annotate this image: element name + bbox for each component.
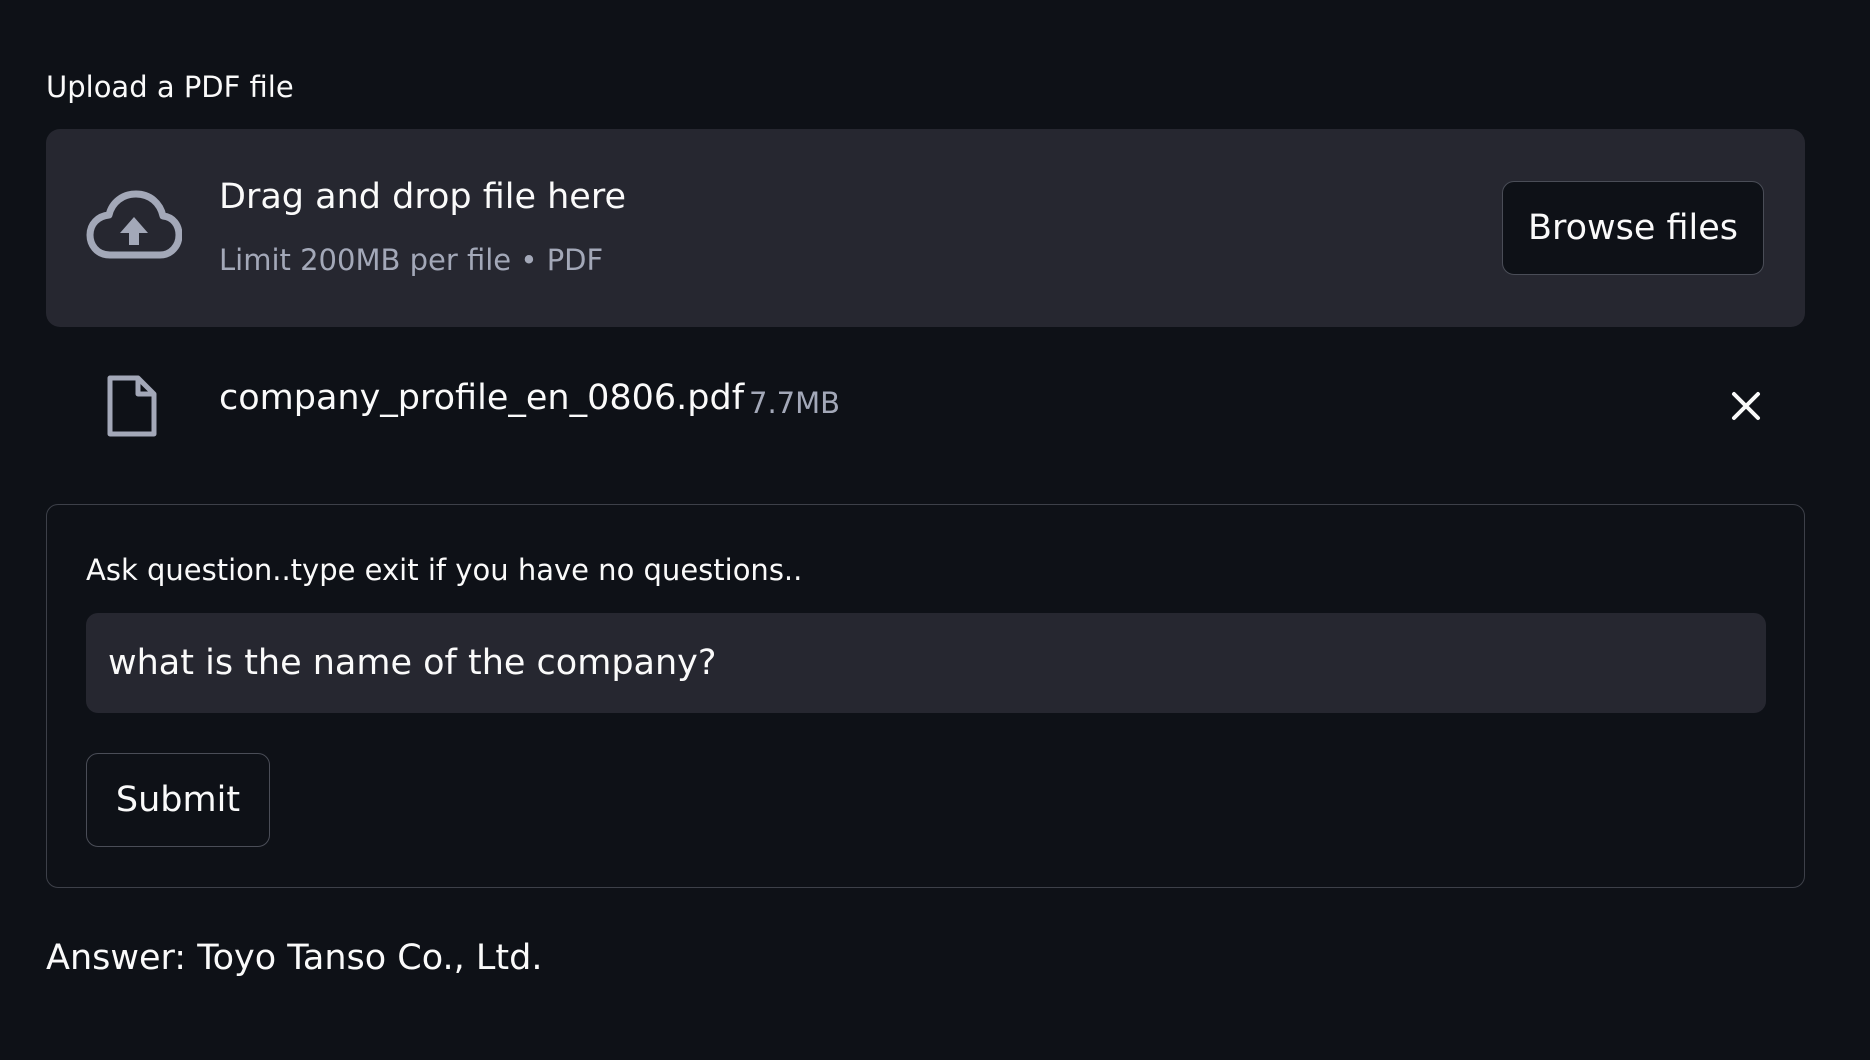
app-page: Upload a PDF file Drag and drop file her… [0, 0, 1870, 1060]
question-form: Ask question..type exit if you have no q… [46, 504, 1805, 888]
file-dropzone[interactable]: Drag and drop file here Limit 200MB per … [46, 129, 1805, 327]
close-icon[interactable] [1726, 386, 1766, 426]
answer-text: Answer: Toyo Tanso Co., Ltd. [46, 938, 543, 978]
uploaded-file-row: company_profile_en_0806.pdf 7.7MB [46, 360, 1805, 450]
uploaded-file-name: company_profile_en_0806.pdf [219, 378, 745, 418]
question-label: Ask question..type exit if you have no q… [86, 553, 803, 587]
browse-files-button[interactable]: Browse files [1502, 181, 1764, 275]
dropzone-subtitle: Limit 200MB per file • PDF [219, 243, 604, 277]
question-input[interactable] [86, 613, 1766, 713]
submit-button[interactable]: Submit [86, 753, 270, 847]
cloud-upload-icon [86, 190, 182, 259]
dropzone-title: Drag and drop file here [219, 177, 626, 217]
upload-label: Upload a PDF file [46, 70, 294, 104]
file-icon [107, 375, 157, 437]
uploaded-file-size: 7.7MB [749, 386, 841, 420]
